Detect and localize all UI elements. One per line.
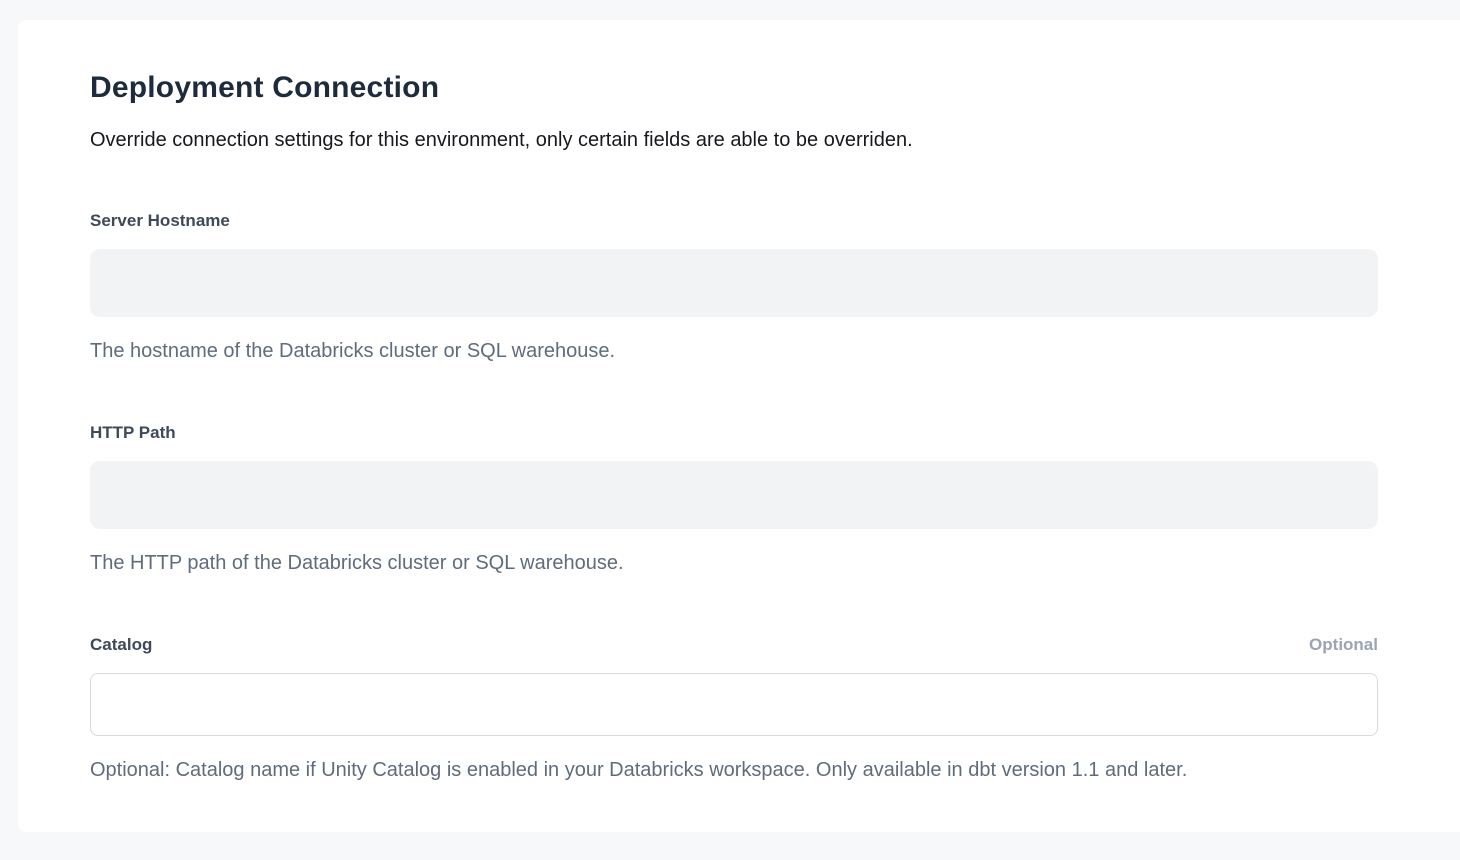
http-path-help: The HTTP path of the Databricks cluster … [90, 551, 1378, 576]
http-path-label: HTTP Path [90, 423, 176, 443]
catalog-field: Catalog Optional Optional: Catalog name … [90, 635, 1378, 783]
server-hostname-label: Server Hostname [90, 211, 230, 231]
server-hostname-input [90, 249, 1378, 317]
http-path-label-row: HTTP Path [90, 423, 1378, 443]
catalog-help: Optional: Catalog name if Unity Catalog … [90, 758, 1378, 783]
server-hostname-field: Server Hostname The hostname of the Data… [90, 211, 1378, 364]
server-hostname-label-row: Server Hostname [90, 211, 1378, 231]
http-path-input [90, 461, 1378, 529]
page-title: Deployment Connection [90, 70, 1378, 106]
http-path-field: HTTP Path The HTTP path of the Databrick… [90, 423, 1378, 576]
catalog-label: Catalog [90, 635, 152, 655]
page-subtitle: Override connection settings for this en… [90, 128, 1378, 153]
deployment-connection-section: Deployment Connection Override connectio… [90, 20, 1378, 783]
server-hostname-help: The hostname of the Databricks cluster o… [90, 339, 1378, 364]
settings-card: Deployment Connection Override connectio… [18, 20, 1460, 832]
catalog-input[interactable] [90, 673, 1378, 736]
catalog-optional-badge: Optional [1309, 635, 1378, 655]
catalog-label-row: Catalog Optional [90, 635, 1378, 655]
